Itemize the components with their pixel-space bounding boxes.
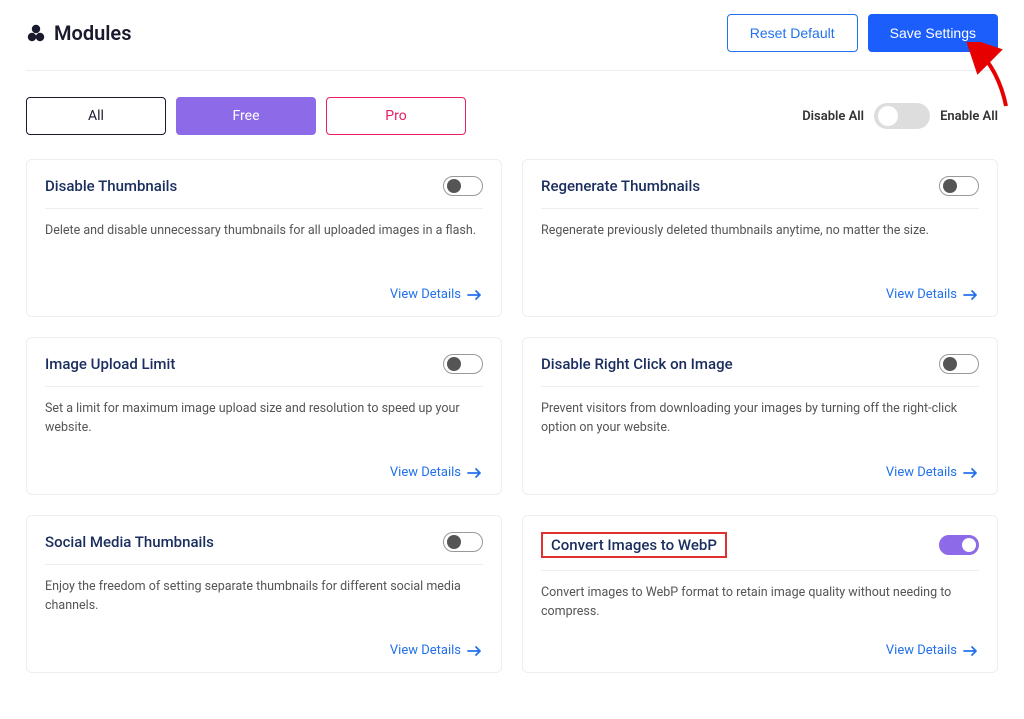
module-card: Disable Thumbnails Delete and disable unn… [26,159,502,317]
card-footer: View Details [45,643,483,658]
tab-all[interactable]: All [26,97,166,135]
module-title: Convert Images to WebP [541,532,727,558]
tab-pro[interactable]: Pro [326,97,466,135]
module-toggle[interactable] [939,535,979,555]
module-card: Disable Right Click on Image Prevent visi… [522,337,998,495]
view-details-link[interactable]: View Details [886,287,957,302]
arrow-right-icon [467,467,483,479]
header-buttons: Reset Default Save Settings [727,14,998,52]
save-settings-button[interactable]: Save Settings [868,14,998,52]
arrow-right-icon [467,289,483,301]
page-title: Modules [54,21,131,45]
card-footer: View Details [541,287,979,302]
tab-free[interactable]: Free [176,97,316,135]
card-footer: View Details [541,465,979,480]
arrow-right-icon [963,467,979,479]
enable-all-label: Enable All [940,109,998,124]
view-details-link[interactable]: View Details [886,465,957,480]
module-toggle[interactable] [443,532,483,552]
module-toggle[interactable] [443,176,483,196]
disable-all-label: Disable All [802,109,864,124]
card-head: Convert Images to WebP [541,532,979,571]
card-footer: View Details [45,287,483,302]
module-description: Regenerate previously deleted thumbnails… [541,221,979,271]
arrow-right-icon [963,289,979,301]
card-footer: View Details [541,643,979,658]
filter-tabs: All Free Pro [26,97,466,135]
modules-logo-icon [26,23,46,43]
card-head: Regenerate Thumbnails [541,176,979,209]
module-card: Social Media Thumbnails Enjoy the freedom… [26,515,502,673]
module-description: Enjoy the freedom of setting separate th… [45,577,483,627]
global-toggle[interactable] [874,103,930,129]
module-card: Convert Images to WebP Convert images to … [522,515,998,673]
card-head: Social Media Thumbnails [45,532,483,565]
module-description: Delete and disable unnecessary thumbnail… [45,221,483,271]
module-card: Regenerate Thumbnails Regenerate previous… [522,159,998,317]
module-description: Prevent visitors from downloading your i… [541,399,979,449]
card-head: Disable Right Click on Image [541,354,979,387]
module-grid: Disable Thumbnails Delete and disable unn… [26,159,998,673]
view-details-link[interactable]: View Details [390,287,461,302]
card-footer: View Details [45,465,483,480]
module-description: Convert images to WebP format to retain … [541,583,979,627]
card-head: Disable Thumbnails [45,176,483,209]
module-toggle[interactable] [939,354,979,374]
view-details-link[interactable]: View Details [886,643,957,658]
module-toggle[interactable] [939,176,979,196]
view-details-link[interactable]: View Details [390,465,461,480]
module-title: Image Upload Limit [45,355,175,373]
module-title: Disable Right Click on Image [541,355,733,373]
reset-default-button[interactable]: Reset Default [727,14,858,52]
module-title: Regenerate Thumbnails [541,177,700,195]
page-header: Modules Reset Default Save Settings [26,0,998,71]
arrow-right-icon [963,645,979,657]
module-card: Image Upload Limit Set a limit for maximu… [26,337,502,495]
module-title: Disable Thumbnails [45,177,177,195]
card-head: Image Upload Limit [45,354,483,387]
global-toggle-group: Disable All Enable All [802,103,998,129]
title-wrap: Modules [26,21,131,45]
view-details-link[interactable]: View Details [390,643,461,658]
module-description: Set a limit for maximum image upload siz… [45,399,483,449]
module-title: Social Media Thumbnails [45,533,214,551]
filter-row: All Free Pro Disable All Enable All [26,71,998,159]
module-toggle[interactable] [443,354,483,374]
arrow-right-icon [467,645,483,657]
